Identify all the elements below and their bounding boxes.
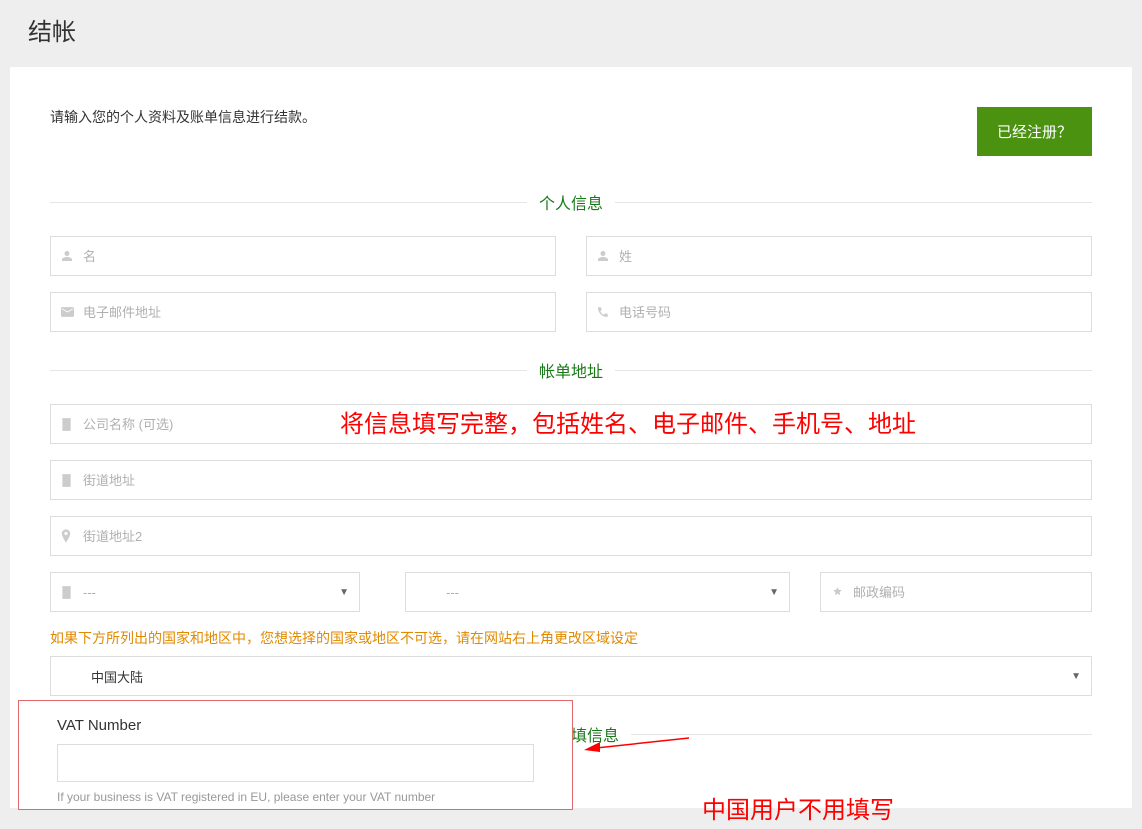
vat-help-text: If your business is VAT registered in EU… [57, 790, 534, 804]
vat-number-section: VAT Number If your business is VAT regis… [18, 700, 573, 810]
section-personal-label: 个人信息 [527, 196, 615, 213]
street-input[interactable] [83, 461, 1081, 499]
vat-label: VAT Number [57, 717, 534, 734]
envelope-icon [61, 307, 83, 317]
company-field-wrap [50, 404, 1092, 444]
company-input[interactable] [83, 405, 1081, 443]
postcode-field-wrap [820, 572, 1092, 612]
chevron-down-icon: ▼ [339, 587, 349, 598]
city-select[interactable]: --- ▼ [50, 572, 360, 612]
map-marker-icon [61, 529, 83, 543]
country-hint: 如果下方所列出的国家和地区中，您想选择的国家或地区不可选，请在网站右上角更改区域… [50, 628, 1092, 648]
street2-input[interactable] [83, 517, 1081, 555]
chevron-down-icon: ▼ [1071, 671, 1081, 682]
last-name-field-wrap [586, 236, 1092, 276]
section-personal-header: 个人信息 [50, 190, 1092, 214]
person-icon [597, 250, 619, 262]
already-registered-button[interactable]: 已经注册？ [977, 107, 1092, 156]
country-select-value: 中国大陆 [61, 667, 1071, 686]
first-name-input[interactable] [83, 237, 545, 275]
annotation-china-skip: 中国用户不用填写 [702, 790, 894, 825]
phone-field-wrap [586, 292, 1092, 332]
street-field-wrap [50, 460, 1092, 500]
country-select[interactable]: 中国大陆 ▼ [50, 656, 1092, 696]
intro-text: 请输入您的个人资料及账单信息进行结款。 [50, 107, 316, 127]
phone-icon [597, 306, 619, 318]
page-title: 结帐 [0, 0, 1142, 67]
building-icon [61, 474, 83, 487]
street2-field-wrap [50, 516, 1092, 556]
first-name-field-wrap [50, 236, 556, 276]
building-icon [61, 586, 83, 599]
email-field-wrap [50, 292, 556, 332]
building-icon [61, 418, 83, 431]
section-billing-header: 帐单地址 [50, 358, 1092, 382]
last-name-input[interactable] [619, 237, 1081, 275]
postcode-input[interactable] [853, 573, 1081, 611]
state-select[interactable]: --- ▼ [405, 572, 790, 612]
person-icon [61, 250, 83, 262]
email-input[interactable] [83, 293, 545, 331]
state-select-value: --- [416, 585, 769, 600]
city-select-value: --- [83, 585, 339, 600]
vat-input[interactable] [57, 744, 534, 782]
certificate-icon [831, 586, 853, 599]
phone-input[interactable] [619, 293, 1081, 331]
chevron-down-icon: ▼ [769, 587, 779, 598]
checkout-card: 请输入您的个人资料及账单信息进行结款。 已经注册？ 个人信息 [10, 67, 1132, 808]
section-billing-label: 帐单地址 [527, 364, 615, 381]
